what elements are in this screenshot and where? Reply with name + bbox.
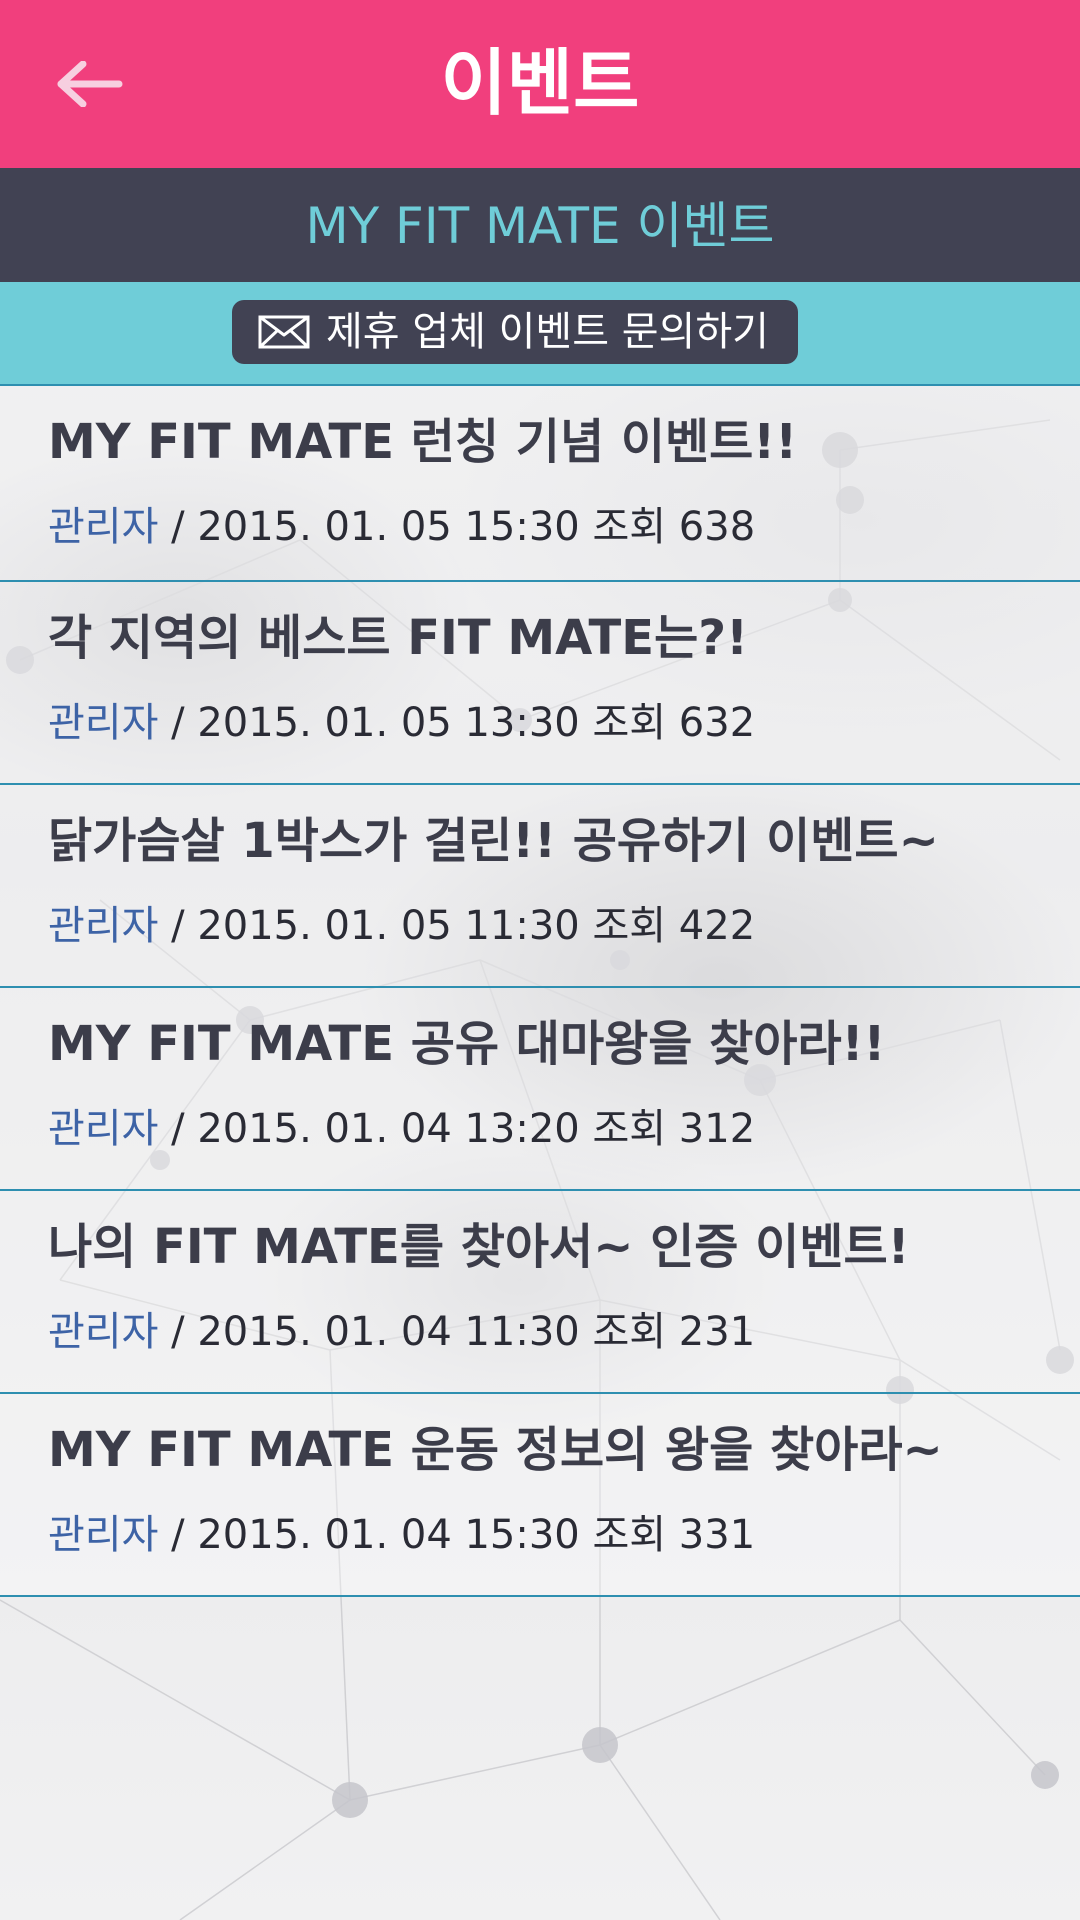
event-list-item[interactable]: 나의 FIT MATE를 찾아서~ 인증 이벤트! 관리자 / 2015. 01… bbox=[0, 1191, 1080, 1394]
event-meta: 관리자 / 2015. 01. 04 11:30 조회 231 bbox=[48, 1307, 755, 1357]
event-meta: 관리자 / 2015. 01. 05 11:30 조회 422 bbox=[48, 901, 755, 951]
partner-inquiry-button[interactable]: 제휴 업체 이벤트 문의하기 bbox=[232, 300, 798, 364]
event-views: 조회 638 bbox=[592, 504, 756, 550]
event-author: 관리자 bbox=[48, 903, 159, 949]
event-list-item[interactable]: 각 지역의 베스트 FIT MATE는?! 관리자 / 2015. 01. 05… bbox=[0, 582, 1080, 785]
event-views: 조회 312 bbox=[592, 1106, 756, 1152]
event-list-item[interactable]: MY FIT MATE 공유 대마왕을 찾아라!! 관리자 / 2015. 01… bbox=[0, 988, 1080, 1191]
event-meta: 관리자 / 2015. 01. 04 13:20 조회 312 bbox=[48, 1104, 755, 1154]
event-list-item[interactable]: MY FIT MATE 런칭 기념 이벤트!! 관리자 / 2015. 01. … bbox=[0, 386, 1080, 582]
event-meta: 관리자 / 2015. 01. 05 15:30 조회 638 bbox=[48, 502, 755, 552]
event-datetime: 2015. 01. 04 13:20 bbox=[197, 1106, 580, 1152]
event-views: 조회 422 bbox=[592, 903, 756, 949]
event-title: 각 지역의 베스트 FIT MATE는?! bbox=[48, 610, 748, 666]
meta-separator: / bbox=[158, 1512, 198, 1558]
event-author: 관리자 bbox=[48, 1106, 159, 1152]
event-datetime: 2015. 01. 04 11:30 bbox=[197, 1309, 580, 1355]
section-banner: MY FIT MATE 이벤트 bbox=[0, 168, 1080, 282]
event-meta: 관리자 / 2015. 01. 05 13:30 조회 632 bbox=[48, 698, 755, 748]
event-list-item[interactable]: MY FIT MATE 운동 정보의 왕을 찾아라~ 관리자 / 2015. 0… bbox=[0, 1394, 1080, 1597]
event-datetime: 2015. 01. 05 13:30 bbox=[197, 700, 580, 746]
event-title: MY FIT MATE 공유 대마왕을 찾아라!! bbox=[48, 1016, 886, 1072]
event-meta: 관리자 / 2015. 01. 04 15:30 조회 331 bbox=[48, 1510, 755, 1560]
event-datetime: 2015. 01. 05 15:30 bbox=[197, 504, 580, 550]
event-title: MY FIT MATE 운동 정보의 왕을 찾아라~ bbox=[48, 1422, 943, 1478]
event-views: 조회 331 bbox=[592, 1512, 756, 1558]
event-views: 조회 632 bbox=[592, 700, 756, 746]
event-author: 관리자 bbox=[48, 1309, 159, 1355]
event-datetime: 2015. 01. 05 11:30 bbox=[197, 903, 580, 949]
meta-separator: / bbox=[158, 700, 198, 746]
partner-inquiry-label: 제휴 업체 이벤트 문의하기 bbox=[326, 309, 769, 355]
meta-separator: / bbox=[158, 504, 198, 550]
event-author: 관리자 bbox=[48, 700, 159, 746]
envelope-icon bbox=[258, 315, 310, 349]
app-header: 이벤트 bbox=[0, 0, 1080, 168]
event-list-item[interactable]: 닭가슴살 1박스가 걸린!! 공유하기 이벤트~ 관리자 / 2015. 01.… bbox=[0, 785, 1080, 988]
event-datetime: 2015. 01. 04 15:30 bbox=[197, 1512, 580, 1558]
event-author: 관리자 bbox=[48, 504, 159, 550]
inquiry-bar: 제휴 업체 이벤트 문의하기 bbox=[0, 282, 1080, 386]
section-title: MY FIT MATE 이벤트 bbox=[305, 197, 775, 255]
page-title: 이벤트 bbox=[440, 41, 640, 125]
event-title: 닭가슴살 1박스가 걸린!! 공유하기 이벤트~ bbox=[48, 813, 939, 869]
event-title: 나의 FIT MATE를 찾아서~ 인증 이벤트! bbox=[48, 1219, 910, 1275]
event-views: 조회 231 bbox=[592, 1309, 756, 1355]
event-author: 관리자 bbox=[48, 1512, 159, 1558]
event-list: MY FIT MATE 런칭 기념 이벤트!! 관리자 / 2015. 01. … bbox=[0, 386, 1080, 1597]
meta-separator: / bbox=[158, 903, 198, 949]
meta-separator: / bbox=[158, 1309, 198, 1355]
event-title: MY FIT MATE 런칭 기념 이벤트!! bbox=[48, 414, 798, 470]
meta-separator: / bbox=[158, 1106, 198, 1152]
